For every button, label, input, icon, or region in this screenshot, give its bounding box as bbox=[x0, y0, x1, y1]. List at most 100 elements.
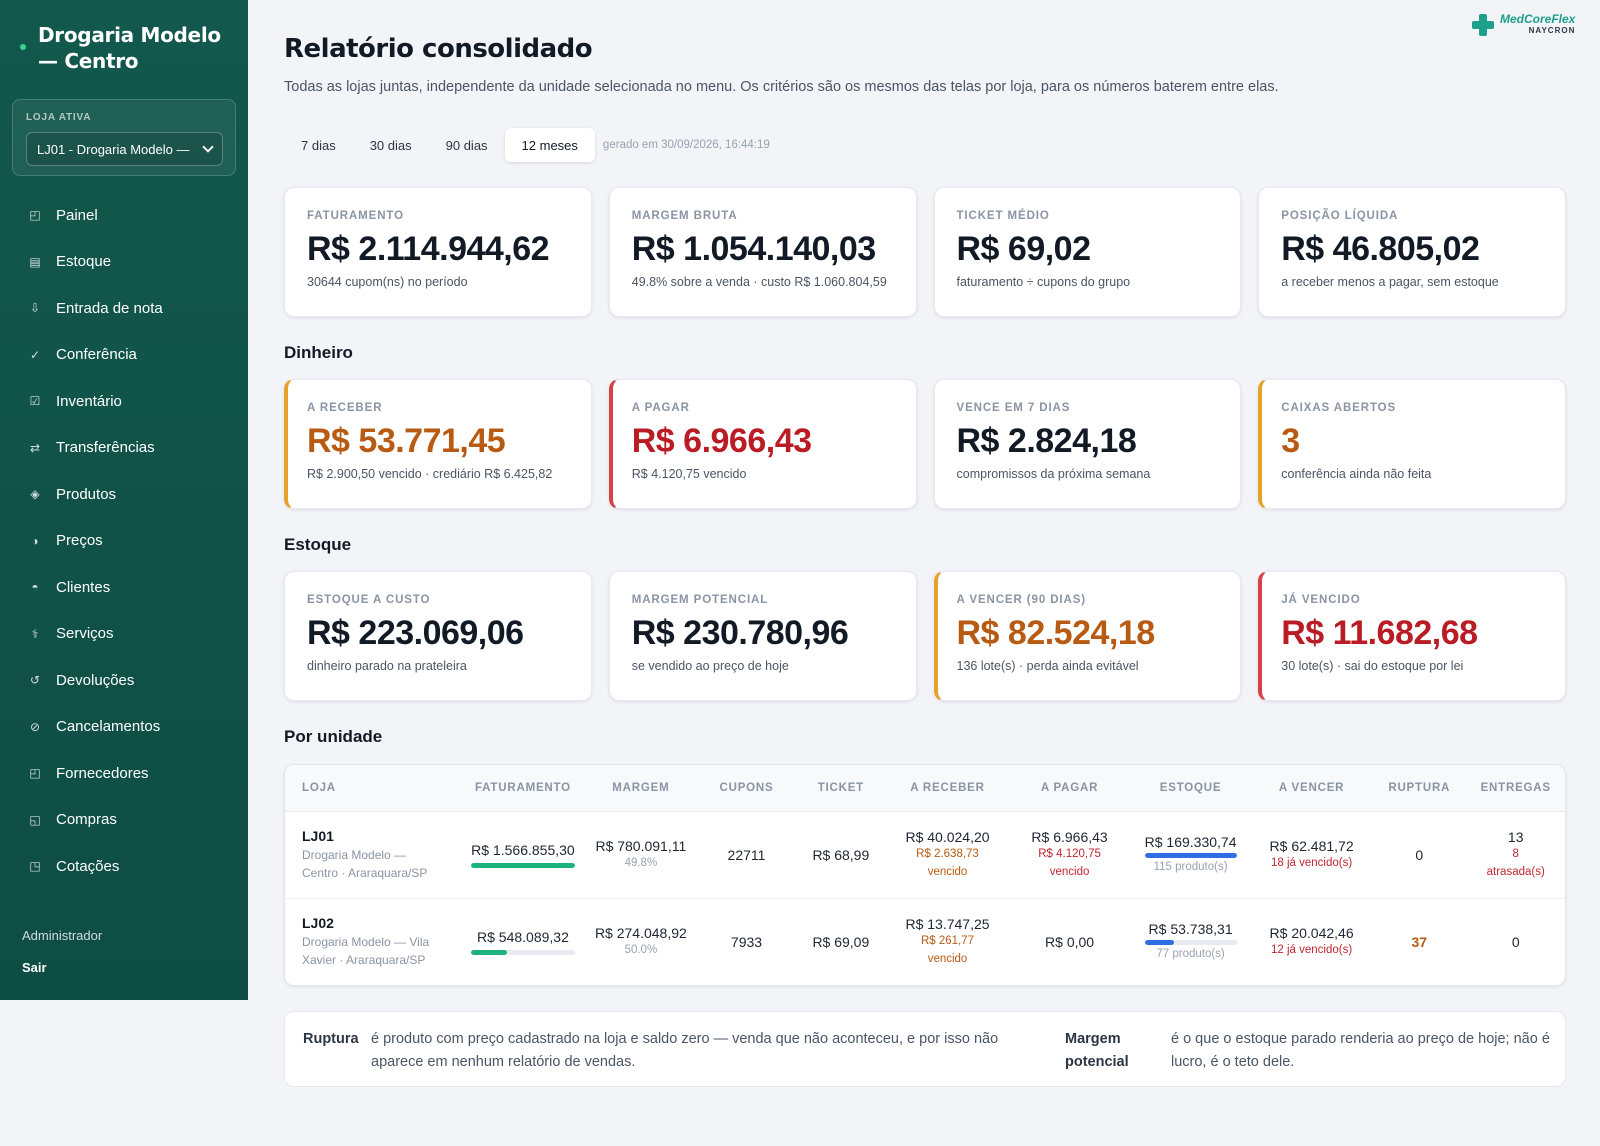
sidebar-item-cotacoes[interactable]: ◳ Cotações bbox=[0, 843, 248, 890]
store-name: Drogaria Modelo — Vila Xavier · Araraqua… bbox=[302, 934, 430, 967]
tab-90-dias[interactable]: 90 dias bbox=[429, 128, 505, 162]
glossary-text-margem-potencial: é o que o estoque parado renderia ao pre… bbox=[1171, 1031, 1550, 1070]
page-title: Relatório consolidado bbox=[284, 34, 593, 64]
tab-12-meses[interactable]: 12 meses bbox=[504, 128, 595, 162]
card-a-receber: A RECEBER R$ 53.771,45 R$ 2.900,50 venci… bbox=[284, 379, 592, 509]
store-select[interactable]: LJ01 - Drogaria Modelo — bbox=[26, 132, 223, 166]
card-label: A VENCER (90 DIAS) bbox=[956, 594, 1087, 606]
supplier-icon: ◰ bbox=[29, 766, 41, 781]
section-title-estoque: Estoque bbox=[284, 535, 352, 554]
sidebar-item-label: Transferências bbox=[56, 439, 155, 457]
sidebar-item-clientes[interactable]: ◓ Clientes bbox=[0, 564, 248, 611]
units-table: LOJA FATURAMENTO MARGEM CUPONS TICKET A … bbox=[284, 764, 1566, 986]
cell-a-vencer: R$ 20.042,46 12 já vencido(s) bbox=[1251, 897, 1373, 985]
glossary-term-ruptura: Ruptura bbox=[303, 1031, 359, 1047]
col-header-ticket[interactable]: TICKET bbox=[795, 765, 886, 812]
col-header-a-receber[interactable]: A RECEBER bbox=[885, 765, 1010, 812]
revenue-bar-fill bbox=[470, 949, 508, 955]
sidebar-item-fornecedores[interactable]: ◰ Fornecedores bbox=[0, 750, 248, 797]
card-note: 49.8% sobre a venda · custo R$ 1.060.804… bbox=[631, 275, 887, 289]
cell-a-vencer: R$ 62.481,72 18 já vencido(s) bbox=[1251, 811, 1372, 898]
sidebar-item-label: Painel bbox=[56, 206, 98, 224]
cell-ruptura: 0 bbox=[1415, 846, 1424, 863]
sidebar-item-estoque[interactable]: ▤ Estoque bbox=[0, 239, 248, 286]
card-note: compromissos da próxima semana bbox=[956, 467, 1151, 481]
sidebar-item-label: Conferência bbox=[56, 346, 137, 364]
download-arrow-icon: ⇩ bbox=[29, 301, 41, 316]
cell-faturamento: R$ 1.566.855,30 bbox=[461, 811, 584, 898]
card-value: R$ 53.771,45 bbox=[307, 422, 506, 460]
card-vence-em-7-dias: VENCE EM 7 DIAS R$ 2.824,18 compromissos… bbox=[933, 379, 1242, 509]
product-icon: ◈ bbox=[30, 487, 40, 502]
payable-overdue-label: vencido bbox=[1049, 865, 1090, 878]
quote-icon: ◳ bbox=[29, 859, 41, 874]
sidebar-item-label: Entrada de nota bbox=[56, 299, 163, 317]
col-header-cupons[interactable]: CUPONS bbox=[697, 765, 796, 812]
card-note: se vendido ao preço de hoje bbox=[631, 659, 789, 673]
receivable-value: R$ 13.747,25 bbox=[905, 915, 990, 932]
col-header-faturamento[interactable]: FATURAMENTO bbox=[461, 765, 585, 812]
sidebar-item-compras[interactable]: ◱ Compras bbox=[0, 797, 248, 844]
table-row[interactable]: LJ02 Drogaria Modelo — Vila Xavier · Ara… bbox=[285, 897, 1565, 985]
card-label: A RECEBER bbox=[307, 402, 383, 414]
sidebar-item-label: Inventário bbox=[56, 392, 122, 410]
logo-name: MedCoreFlex bbox=[1500, 12, 1576, 26]
cell-estoque: R$ 169.330,74 115 produto(s) bbox=[1130, 811, 1251, 898]
cell-loja: LJ01 Drogaria Modelo — Centro · Araraqua… bbox=[285, 811, 461, 898]
store-code: LJ02 bbox=[302, 914, 334, 931]
col-header-loja[interactable]: LOJA bbox=[285, 765, 462, 812]
sidebar-item-label: Preços bbox=[56, 532, 103, 550]
sidebar-item-label: Fornecedores bbox=[56, 764, 149, 782]
sidebar-item-painel[interactable]: ◰ Painel bbox=[0, 192, 248, 239]
sidebar-item-entrada-de-nota[interactable]: ⇩ Entrada de nota bbox=[0, 285, 248, 332]
tab-30-dias[interactable]: 30 dias bbox=[353, 128, 429, 162]
stock-value: R$ 169.330,74 bbox=[1144, 833, 1237, 850]
section-title-dinheiro: Dinheiro bbox=[284, 343, 353, 362]
sidebar-item-conferencia[interactable]: ✓ Conferência bbox=[0, 332, 248, 379]
sidebar-item-inventario[interactable]: ☑ Inventário bbox=[0, 378, 248, 425]
col-header-margem[interactable]: MARGEM bbox=[584, 765, 698, 812]
col-header-a-pagar[interactable]: A PAGAR bbox=[1009, 765, 1131, 812]
sidebar-item-cancelamentos[interactable]: ⊘ Cancelamentos bbox=[0, 704, 248, 751]
store-select-value: LJ01 - Drogaria Modelo — bbox=[37, 141, 190, 157]
sidebar-item-precos[interactable]: ◑ Preços bbox=[0, 518, 248, 565]
table-header-row: LOJA FATURAMENTO MARGEM CUPONS TICKET A … bbox=[285, 765, 1565, 812]
card-note: 30644 cupom(ns) no período bbox=[307, 275, 468, 289]
col-header-ruptura[interactable]: RUPTURA bbox=[1372, 765, 1467, 812]
cell-faturamento: R$ 548.089,32 bbox=[461, 897, 585, 985]
cell-estoque: R$ 53.738,31 77 produto(s) bbox=[1130, 897, 1252, 985]
card-value: R$ 223.069,06 bbox=[307, 614, 524, 652]
sidebar-item-label: Cancelamentos bbox=[56, 718, 161, 736]
col-header-entregas[interactable]: ENTREGAS bbox=[1466, 765, 1565, 812]
tab-7-dias[interactable]: 7 dias bbox=[284, 128, 353, 162]
card-a-pagar: A PAGAR R$ 6.966,43 R$ 4.120,75 vencido bbox=[608, 379, 917, 509]
current-user: Administrador bbox=[22, 928, 103, 943]
sidebar-item-transferencias[interactable]: ⇄ Transferências bbox=[0, 425, 248, 472]
expiring-value: R$ 20.042,46 bbox=[1269, 924, 1354, 941]
receivable-overdue-label: vencido bbox=[927, 865, 968, 878]
col-header-a-vencer[interactable]: A VENCER bbox=[1251, 765, 1373, 812]
card-label: FATURAMENTO bbox=[307, 210, 404, 222]
margin-value: R$ 780.091,11 bbox=[595, 837, 687, 854]
cancel-icon: ⊘ bbox=[29, 719, 41, 734]
cell-a-receber: R$ 13.747,25 R$ 261,77 vencido bbox=[885, 897, 1010, 985]
sidebar-nav: ◰ Painel ▤ Estoque ⇩ Entrada de nota ✓ Confe… bbox=[0, 192, 248, 890]
receivable-overdue: R$ 2.638,73 bbox=[916, 847, 979, 860]
card-label: ESTOQUE A CUSTO bbox=[307, 594, 431, 606]
stock-cards: ESTOQUE A CUSTO R$ 223.069,06 dinheiro p… bbox=[284, 571, 1566, 701]
sidebar-item-devolucoes[interactable]: ↺ Devoluções bbox=[0, 657, 248, 704]
col-header-estoque[interactable]: ESTOQUE bbox=[1130, 765, 1252, 812]
return-icon: ↺ bbox=[29, 673, 41, 688]
sidebar-item-servicos[interactable]: ⚕ Serviços bbox=[0, 611, 248, 658]
brand[interactable]: Drogaria Modelo — Centro bbox=[20, 22, 230, 74]
revenue-bar-fill bbox=[470, 862, 575, 868]
status-dot bbox=[20, 44, 26, 50]
payable-overdue: R$ 4.120,75 bbox=[1038, 847, 1101, 860]
logo-sub: NAYCRON bbox=[1528, 26, 1576, 35]
price-icon: ◑ bbox=[31, 533, 39, 548]
logout-link[interactable]: Sair bbox=[22, 960, 47, 975]
payable-value: R$ 6.966,43 bbox=[1031, 828, 1108, 845]
cell-entregas: 13 8 atrasada(s) bbox=[1466, 811, 1565, 898]
table-row[interactable]: LJ01 Drogaria Modelo — Centro · Araraqua… bbox=[285, 811, 1565, 898]
sidebar-item-produtos[interactable]: ◈ Produtos bbox=[0, 471, 248, 518]
